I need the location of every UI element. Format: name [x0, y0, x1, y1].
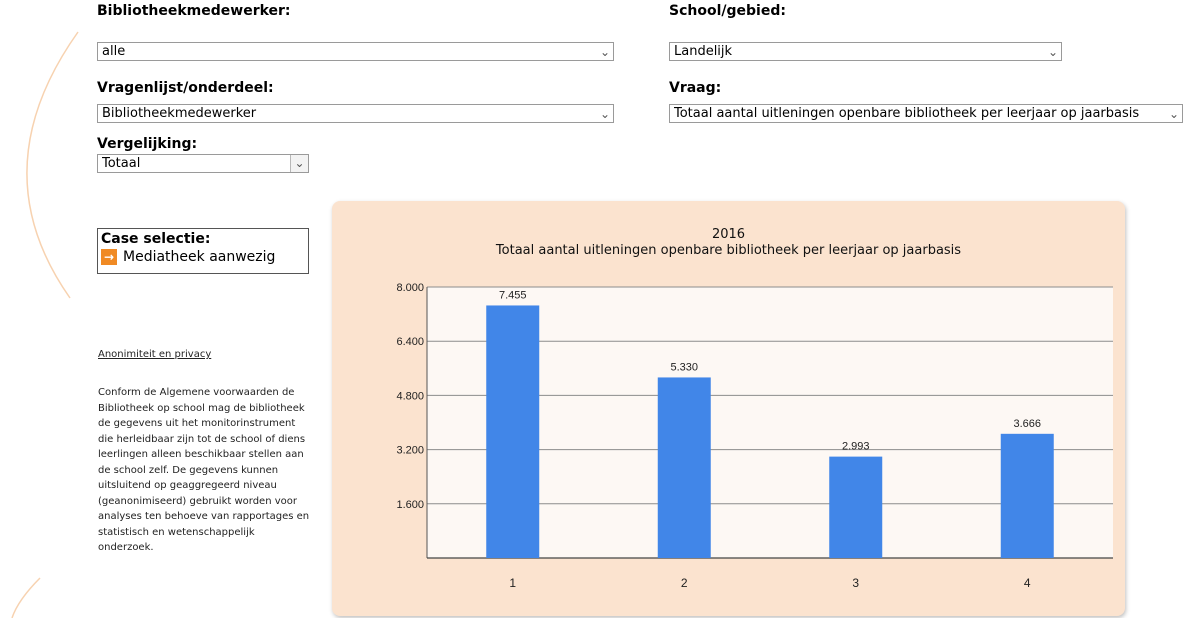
bar: [657, 377, 711, 558]
privacy-link[interactable]: Anonimiteit en privacy: [98, 349, 211, 360]
school-value: Landelijk: [674, 44, 733, 59]
school-label: School/gebied:: [669, 3, 786, 19]
vraag-select[interactable]: Totaal aantal uitleningen openbare bibli…: [669, 104, 1183, 123]
vraag-value: Totaal aantal uitleningen openbare bibli…: [674, 106, 1140, 121]
x-tick-label: 3: [852, 576, 859, 590]
x-tick-label: 1: [509, 576, 516, 590]
medewerker-select[interactable]: alle ⌄: [97, 42, 614, 61]
x-tick-label: 4: [1024, 576, 1031, 590]
y-tick-label: 4.800: [396, 390, 424, 402]
medewerker-value: alle: [102, 44, 126, 59]
vergelijking-select[interactable]: Totaal ⌄: [97, 154, 309, 173]
data-label: 7.455: [499, 289, 527, 301]
case-selectie-title: Case selectie:: [101, 231, 211, 247]
arrow-right-icon: →: [101, 249, 117, 265]
case-selectie-box: Case selectie: → Mediatheek aanwezig: [97, 228, 309, 274]
case-selectie-item[interactable]: → Mediatheek aanwezig: [101, 249, 305, 265]
y-tick-label: 8.000: [396, 282, 424, 294]
vragenlijst-select[interactable]: Bibliotheekmedewerker ⌄: [97, 104, 614, 123]
data-label: 2.993: [842, 441, 870, 453]
y-tick-label: 3.200: [396, 445, 424, 457]
medewerker-label: Bibliotheekmedewerker:: [97, 3, 291, 19]
privacy-text: Conform de Algemene voorwaarden de Bibli…: [98, 387, 310, 553]
data-label: 5.330: [670, 361, 698, 373]
bar: [486, 305, 540, 558]
school-select[interactable]: Landelijk ⌄: [669, 42, 1062, 61]
vragenlijst-value: Bibliotheekmedewerker: [102, 106, 257, 121]
data-label: 3.666: [1013, 418, 1041, 430]
case-selectie-item-label: Mediatheek aanwezig: [123, 249, 276, 265]
vraag-label: Vraag:: [669, 80, 722, 96]
chart-panel: 2016 Totaal aantal uitleningen openbare …: [332, 201, 1125, 616]
y-tick-label: 6.400: [396, 336, 424, 348]
vragenlijst-label: Vragenlijst/onderdeel:: [97, 80, 274, 96]
bar: [1000, 433, 1054, 558]
vergelijking-value: Totaal: [102, 156, 141, 171]
chevron-down-icon: ⌄: [599, 45, 610, 59]
chevron-down-icon: ⌄: [1047, 45, 1058, 59]
y-tick-label: 1.600: [396, 499, 424, 511]
x-tick-label: 2: [681, 576, 688, 590]
chevron-down-icon: ⌄: [1168, 107, 1179, 121]
chevron-down-icon: ⌄: [290, 155, 308, 172]
bar-chart: 1.600 3.200 4.800 6.400 8.000 7.455 1 5.330 2 2.9…: [396, 282, 1113, 590]
vergelijking-label: Vergelijking:: [97, 136, 198, 152]
chevron-down-icon: ⌄: [599, 107, 610, 121]
bar: [829, 456, 883, 558]
